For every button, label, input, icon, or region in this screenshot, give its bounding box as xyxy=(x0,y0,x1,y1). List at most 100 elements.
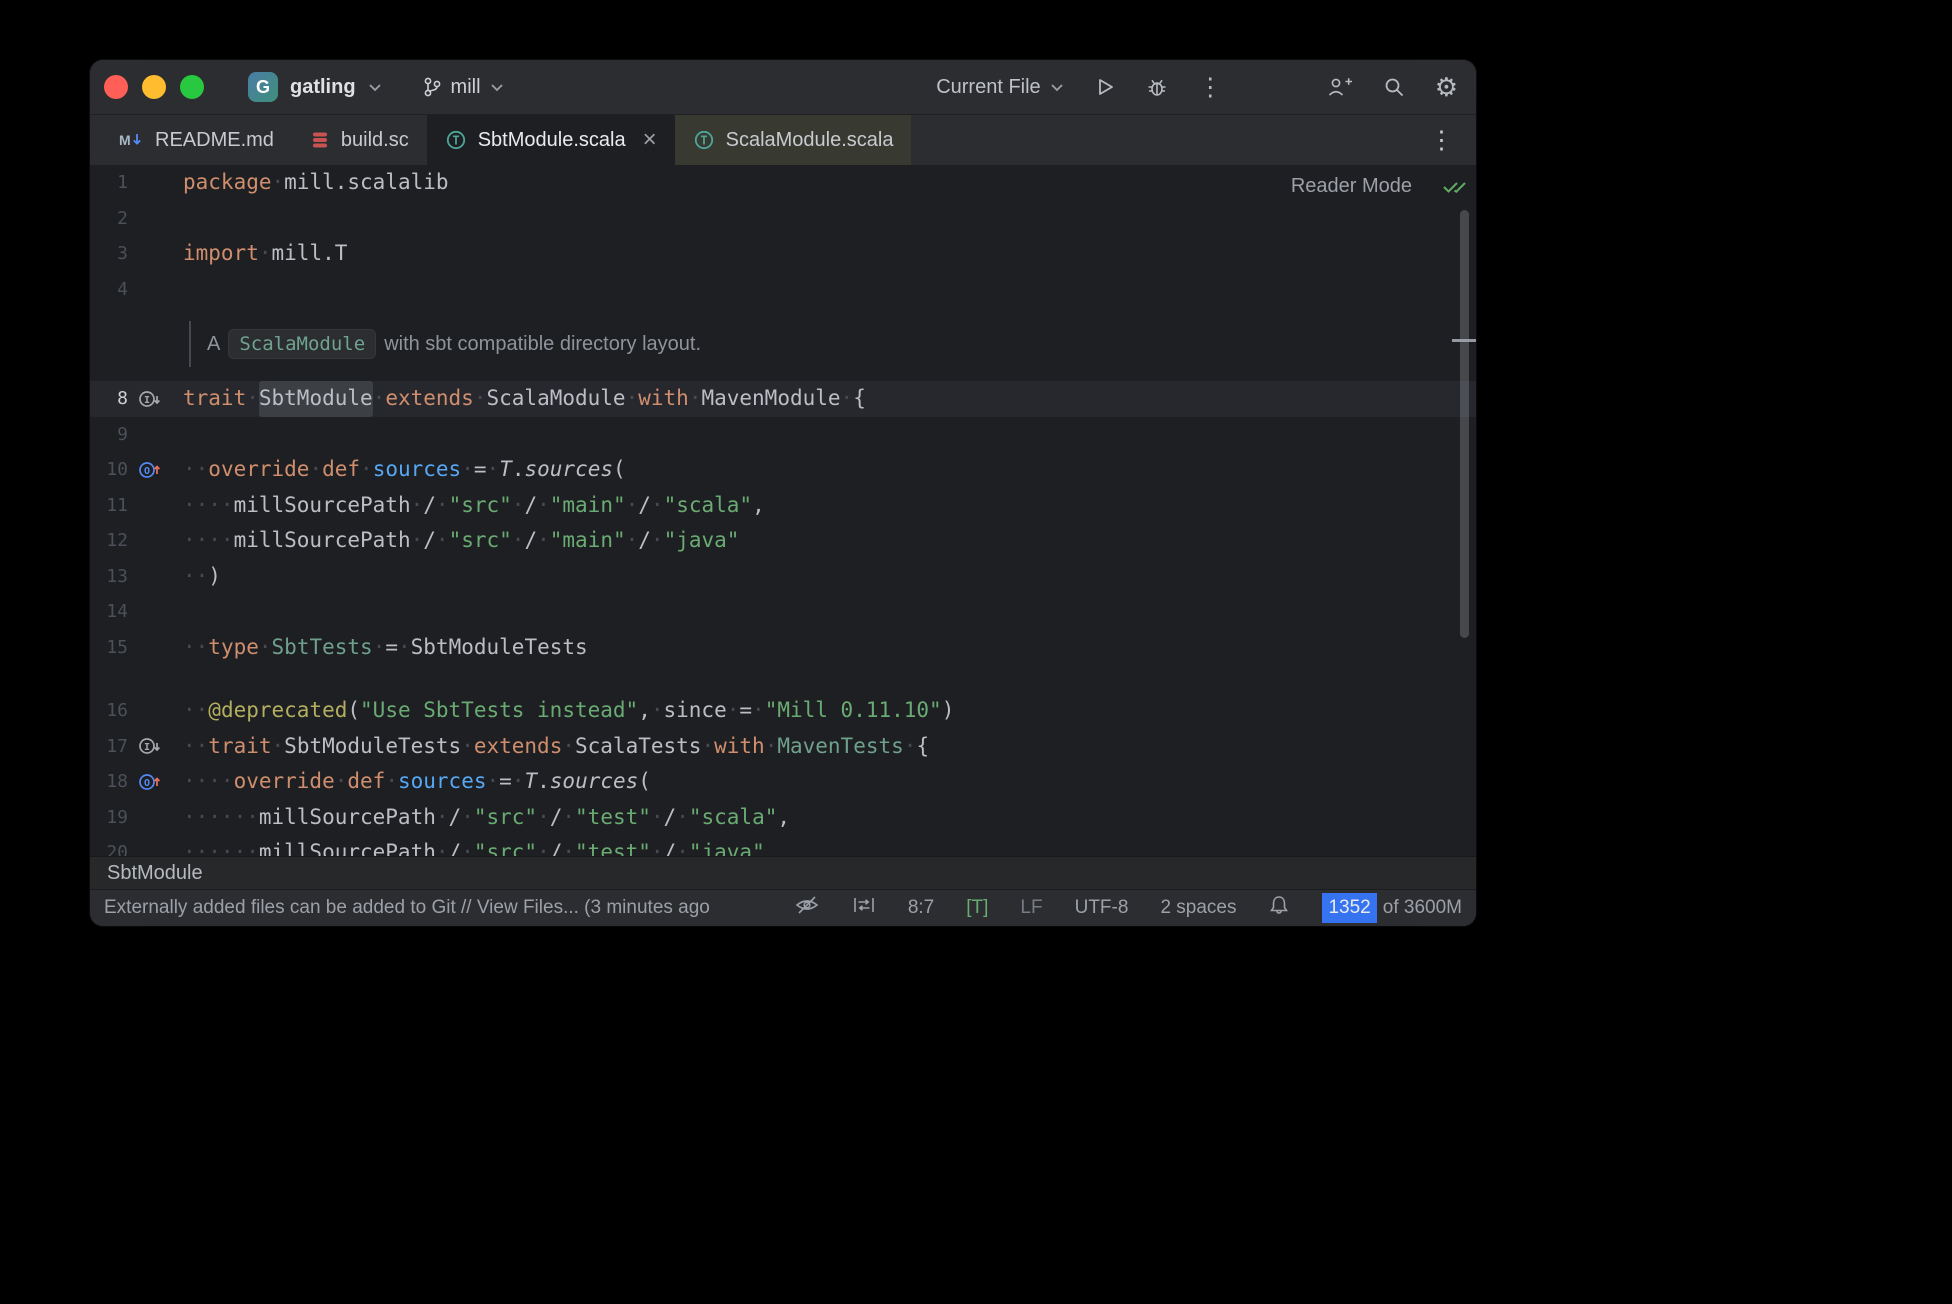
rendered-doc-comment: A ScalaModule with sbt compatible director… xyxy=(189,321,1476,367)
bug-icon xyxy=(1148,79,1166,96)
line-number: 10 xyxy=(106,459,128,480)
markdown-icon: M xyxy=(119,132,141,148)
line-number: 8 xyxy=(117,388,128,409)
overrides-marker-icon[interactable]: O xyxy=(137,458,163,482)
debug-button[interactable] xyxy=(1146,76,1168,98)
tab-sbtmodule-scala[interactable]: T SbtModule.scala × xyxy=(426,115,675,165)
code-line[interactable]: 4 xyxy=(90,272,1476,308)
line-number: 2 xyxy=(117,207,128,229)
eye-slash-icon xyxy=(795,896,819,914)
t-indicator-widget[interactable]: [T] xyxy=(966,897,988,919)
code-line[interactable]: 17 I ·· trait · SbtModuleTests · extends · ScalaT… xyxy=(90,729,1476,765)
svg-text:T: T xyxy=(452,134,459,148)
kebab-icon: ⋮ xyxy=(1429,126,1454,154)
run-button[interactable] xyxy=(1094,76,1116,98)
line-number: 19 xyxy=(106,806,128,828)
code-area: 1 package · mill.scalalib 2 3 import · mill.T 4 A S… xyxy=(90,165,1476,856)
line-number: 12 xyxy=(106,530,128,551)
doc-text: A xyxy=(207,332,221,355)
encoding-widget[interactable]: UTF-8 xyxy=(1075,897,1129,919)
code-line[interactable]: 10 O ·· override · def · sources · = · T. sources( xyxy=(90,452,1476,488)
sync-widget[interactable] xyxy=(852,896,876,920)
tab-label: build.sc xyxy=(340,128,409,151)
tab-label: SbtModule.scala xyxy=(477,128,626,151)
add-user-icon xyxy=(1328,78,1352,96)
memory-indicator[interactable]: 1352 of 3600M xyxy=(1322,893,1462,923)
close-window-button[interactable] xyxy=(104,75,128,99)
settings-button[interactable]: ⚙ xyxy=(1435,74,1458,100)
close-tab-icon[interactable]: × xyxy=(643,128,657,152)
code-line[interactable]: 12 ···· millSourcePath · / · "src" · / · "main" · / ·… xyxy=(90,523,1476,559)
code-line[interactable]: 13 ··) xyxy=(90,559,1476,595)
line-separator-widget[interactable]: LF xyxy=(1020,897,1042,919)
svg-text:I: I xyxy=(144,742,150,753)
caret-position-widget[interactable]: 8:7 xyxy=(908,897,934,919)
code-line[interactable]: 19 ······ millSourcePath · / · "src" · / · "test" ·… xyxy=(90,800,1476,836)
minimize-window-button[interactable] xyxy=(142,75,166,99)
editor-scrollbar[interactable] xyxy=(1460,210,1469,638)
gutter xyxy=(128,559,183,595)
chevron-down-icon xyxy=(490,83,503,91)
tab-build-sc[interactable]: build.sc xyxy=(292,115,427,165)
notifications-widget[interactable] xyxy=(1268,894,1290,922)
line-number: 11 xyxy=(106,494,128,516)
project-widget[interactable]: G gatling xyxy=(248,72,382,102)
play-icon xyxy=(1098,79,1113,95)
svg-text:T: T xyxy=(700,134,707,148)
breadcrumb-item[interactable]: SbtModule xyxy=(107,862,203,885)
line-number: 3 xyxy=(117,243,128,264)
line-number: 9 xyxy=(117,423,128,445)
inspections-ok-icon[interactable] xyxy=(1442,177,1468,200)
more-actions-button[interactable]: ⋮ xyxy=(1198,74,1223,100)
code-line[interactable]: 3 import · mill.T xyxy=(90,236,1476,272)
memory-used: 1352 xyxy=(1322,893,1377,923)
line-number: 14 xyxy=(106,601,128,622)
gutter xyxy=(128,835,183,856)
gear-icon: ⚙ xyxy=(1434,72,1458,102)
editor[interactable]: 1 package · mill.scalalib 2 3 import · mill.T 4 A S… xyxy=(90,165,1476,856)
code-with-me-button[interactable] xyxy=(1327,76,1353,98)
svg-text:I: I xyxy=(144,395,150,406)
code-line[interactable]: 20 ······ millSourcePath · / · "src" · / · "test" ·… xyxy=(90,835,1476,856)
highlighting-level-widget[interactable] xyxy=(794,895,820,921)
code-line[interactable]: 9 xyxy=(90,417,1476,453)
line-number: 16 xyxy=(106,700,128,721)
code-line[interactable]: 2 xyxy=(90,201,1476,237)
line-number: 18 xyxy=(106,771,128,792)
search-everywhere-button[interactable] xyxy=(1383,76,1405,98)
overrides-marker-icon[interactable]: O xyxy=(137,770,163,794)
code-line[interactable]: 14 xyxy=(90,594,1476,630)
indent-widget[interactable]: 2 spaces xyxy=(1160,897,1236,919)
code-line[interactable]: 15 ·· type · SbtTests · = · SbtModuleTests xyxy=(90,630,1476,666)
gutter xyxy=(128,201,183,237)
git-branch-icon xyxy=(424,77,440,97)
code-line[interactable]: 1 package · mill.scalalib xyxy=(90,165,1476,201)
git-branch-widget[interactable]: mill xyxy=(422,76,504,99)
implemented-marker-icon[interactable]: I xyxy=(137,734,163,758)
code-line[interactable]: 18 O ···· override · def · sources · = · T. sources( xyxy=(90,764,1476,800)
code-line[interactable]: 11 ···· millSourcePath · / · "src" · / · "main" · / ·… xyxy=(90,488,1476,524)
scala-trait-icon: T xyxy=(446,130,465,150)
chevron-down-icon xyxy=(368,83,381,91)
gutter xyxy=(128,272,183,308)
branch-name: mill xyxy=(450,75,481,98)
zoom-window-button[interactable] xyxy=(180,75,204,99)
tab-scalamodule-scala[interactable]: T ScalaModule.scala xyxy=(674,115,912,165)
code-line[interactable]: 8 Itrait · SbtModule · extends · ScalaModule · wi… xyxy=(90,381,1476,417)
gutter xyxy=(128,523,183,559)
code-line[interactable]: 16 ·· @deprecated("Use SbtTests instead", ·… xyxy=(90,693,1476,729)
doc-text: with sbt compatible directory layout. xyxy=(384,332,701,355)
reader-mode-label[interactable]: Reader Mode xyxy=(1291,175,1412,198)
breadcrumb: SbtModule xyxy=(90,856,1476,889)
implemented-marker-icon[interactable]: I xyxy=(137,387,163,411)
gutter: O xyxy=(128,764,183,800)
scroll-stripe-mark xyxy=(1452,339,1476,342)
run-configuration-selector[interactable]: Current File xyxy=(936,76,1063,99)
tab-options-button[interactable]: ⋮ xyxy=(1407,115,1476,165)
gutter: I xyxy=(128,381,183,417)
line-number: 17 xyxy=(106,735,128,757)
tab-readme-md[interactable]: M README.md xyxy=(100,115,292,165)
line-number: 1 xyxy=(117,172,128,193)
title-bar: G gatling mill Current File ⋮ ⚙ xyxy=(90,60,1476,115)
bell-icon xyxy=(1270,896,1289,914)
